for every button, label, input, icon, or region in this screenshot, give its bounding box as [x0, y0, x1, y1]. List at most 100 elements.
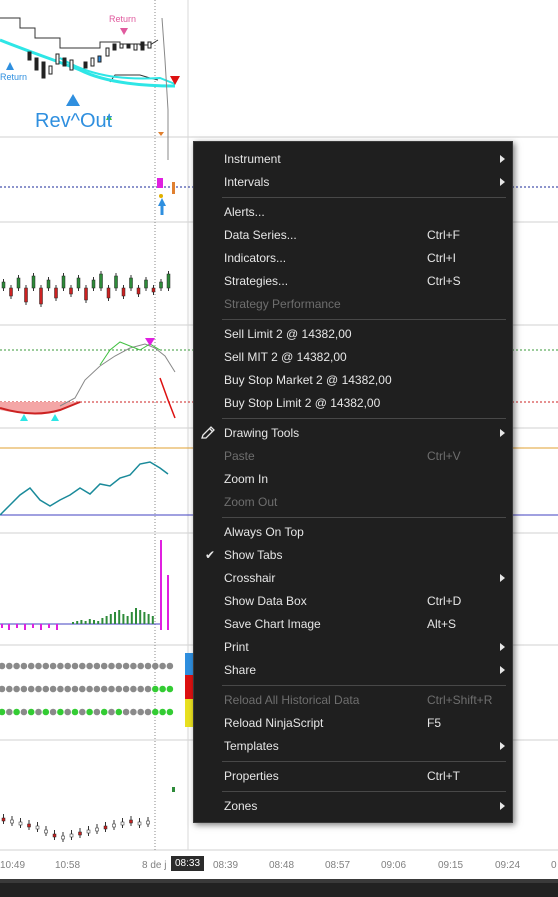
candle-body: [129, 277, 133, 289]
menu-item-print[interactable]: Print: [194, 636, 512, 658]
color-strip-red: [185, 675, 193, 699]
osc-marker-2: [51, 414, 59, 421]
dot: [159, 685, 166, 693]
candle-body: [95, 827, 99, 832]
menu-shortcut: Ctrl+Shift+R: [427, 693, 493, 707]
candle-body: [76, 277, 81, 289]
menu-item-buy-stop-limit[interactable]: Buy Stop Limit 2 @ 14382,00: [194, 392, 512, 414]
menu-item-label: Show Tabs: [224, 548, 283, 562]
menu-item-zones[interactable]: Zones: [194, 795, 512, 817]
menu-item-label: Strategy Performance: [224, 297, 341, 311]
volume-bar-neg: [56, 624, 58, 630]
menu-item-save-chart-image[interactable]: Save Chart Image Alt+S: [194, 613, 512, 635]
candle-body: [16, 277, 21, 289]
candle-body: [146, 820, 150, 825]
menu-item-templates[interactable]: Templates: [194, 735, 512, 757]
candle-body: [114, 275, 118, 289]
dot: [20, 708, 28, 716]
menu-item-share[interactable]: Share: [194, 659, 512, 681]
menu-item-alerts[interactable]: Alerts...: [194, 201, 512, 223]
dot: [130, 708, 137, 716]
menu-item-instrument[interactable]: Instrument: [194, 148, 512, 170]
menu-item-properties[interactable]: Properties Ctrl+T: [194, 765, 512, 787]
dot: [152, 708, 159, 716]
candle-body: [1, 817, 6, 822]
volume-bar: [97, 621, 100, 624]
menu-item-zoom-in[interactable]: Zoom In: [194, 468, 512, 490]
menu-item-always-on-top[interactable]: Always On Top: [194, 521, 512, 543]
dot: [0, 685, 6, 693]
dot: [159, 708, 166, 716]
check-icon: ✔: [205, 548, 216, 562]
dot: [166, 662, 174, 670]
candle-body: [9, 287, 13, 297]
menu-item-strategy-performance: Strategy Performance: [194, 293, 512, 315]
bottom-scrollbar[interactable]: [0, 879, 558, 883]
dot: [13, 685, 20, 693]
menu-item-label: Paste: [224, 449, 255, 463]
time-current-label: 08:33: [171, 856, 205, 871]
price-drop-line: [161, 17, 169, 160]
menu-item-indicators[interactable]: Indicators... Ctrl+I: [194, 247, 512, 269]
dot: [144, 708, 152, 716]
submenu-arrow-icon: [500, 429, 505, 437]
dot: [13, 662, 20, 670]
menu-separator: [222, 517, 506, 518]
dot: [100, 662, 108, 670]
magenta-marker: [157, 178, 163, 188]
volume-bar-neg: [32, 624, 34, 628]
yellow-dot: [159, 194, 163, 198]
menu-item-data-series[interactable]: Data Series... Ctrl+F: [194, 224, 512, 246]
menu-shortcut: Ctrl+F: [427, 228, 460, 242]
dot: [20, 662, 28, 670]
menu-item-reload-ninjascript[interactable]: Reload NinjaScript F5: [194, 712, 512, 734]
volume-bar: [72, 622, 74, 624]
dot-matrix: [0, 662, 174, 716]
dot: [27, 685, 35, 693]
menu-item-label: Data Series...: [224, 228, 297, 242]
buy-arrow-blue: [158, 198, 166, 206]
dot: [57, 685, 64, 693]
time-label-5: 08:48: [269, 860, 295, 871]
candle-body: [54, 287, 58, 299]
dot: [42, 685, 50, 693]
candle-body: [159, 281, 163, 289]
candle-body: [172, 787, 175, 792]
volume-bar-neg: [48, 624, 50, 628]
candle-body: [69, 287, 73, 295]
dot: [130, 662, 137, 670]
candle-body: [61, 275, 66, 289]
menu-item-label: Show Data Box: [224, 594, 307, 608]
submenu-arrow-icon: [500, 742, 505, 750]
dot: [13, 708, 20, 716]
dot: [79, 662, 86, 670]
dot: [100, 685, 108, 693]
candle-body: [136, 287, 141, 295]
volume-bar: [139, 610, 142, 624]
menu-item-label: Sell Limit 2 @ 14382,00: [224, 327, 352, 341]
dot: [71, 708, 79, 716]
volume-bar: [143, 612, 146, 624]
dot: [115, 685, 123, 693]
menu-item-drawing-tools[interactable]: Drawing Tools: [194, 422, 512, 444]
time-label-2: 10:58: [55, 860, 81, 871]
submenu-arrow-icon: [500, 178, 505, 186]
menu-item-intervals[interactable]: Intervals: [194, 171, 512, 193]
menu-item-show-data-box[interactable]: Show Data Box Ctrl+D: [194, 590, 512, 612]
menu-item-show-tabs[interactable]: ✔ Show Tabs: [194, 544, 512, 566]
menu-item-strategies[interactable]: Strategies... Ctrl+S: [194, 270, 512, 292]
menu-item-sell-mit[interactable]: Sell MIT 2 @ 14382,00: [194, 346, 512, 368]
volume-bar-neg: [16, 624, 18, 628]
dot: [144, 685, 152, 693]
candle-body: [86, 829, 91, 834]
menu-item-sell-limit[interactable]: Sell Limit 2 @ 14382,00: [194, 323, 512, 345]
menu-item-buy-stop-market[interactable]: Buy Stop Market 2 @ 14382,00: [194, 369, 512, 391]
dot: [64, 708, 71, 716]
dot: [108, 662, 115, 670]
volume-spike-1: [160, 540, 162, 630]
menu-shortcut: Ctrl+T: [427, 769, 460, 783]
candle-body: [112, 823, 116, 828]
menu-item-crosshair[interactable]: Crosshair: [194, 567, 512, 589]
candle-body: [35, 825, 40, 830]
menu-shortcut: Ctrl+S: [427, 274, 461, 288]
